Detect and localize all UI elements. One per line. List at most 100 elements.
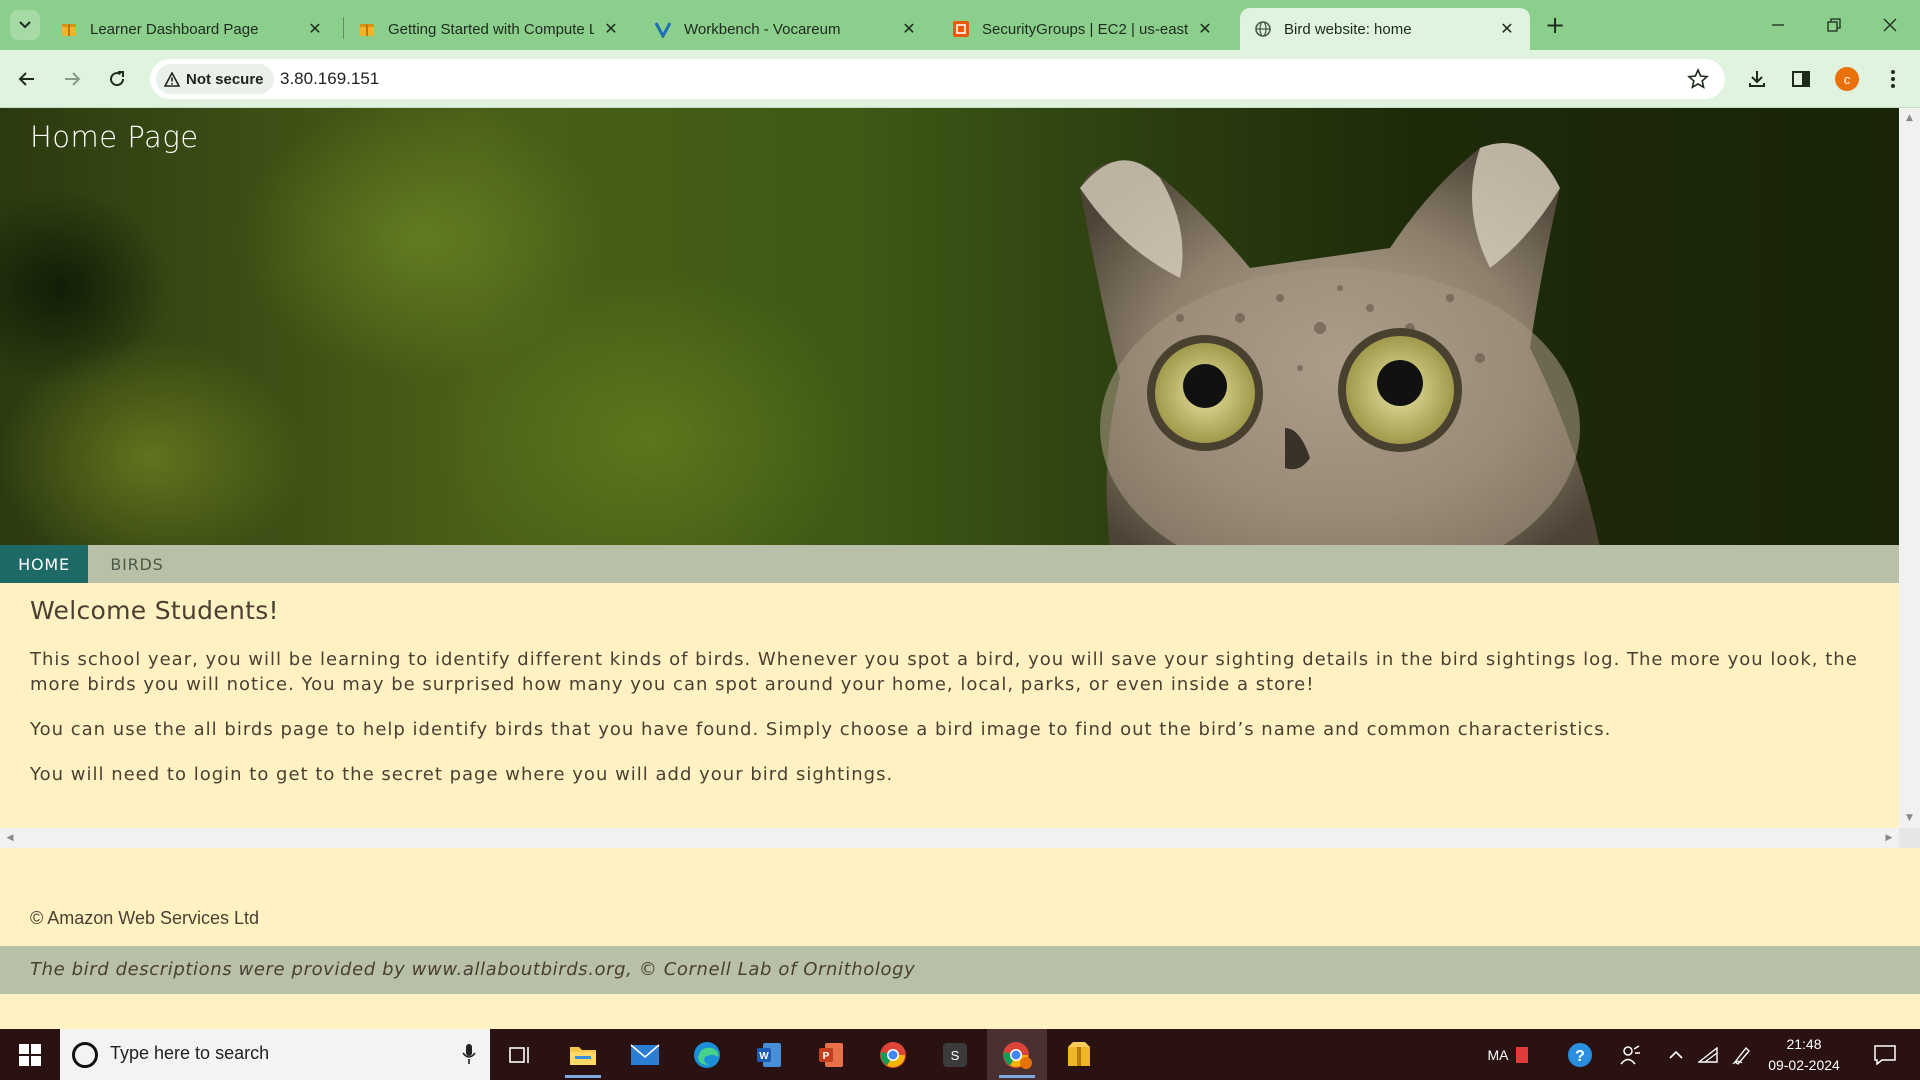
people-icon — [1620, 1044, 1640, 1064]
hero-banner: Home Page — [0, 108, 1899, 545]
horizontal-scrollbar[interactable]: ◀ ▶ — [0, 828, 1899, 848]
task-view-button[interactable] — [490, 1029, 550, 1080]
close-icon[interactable]: ✕ — [304, 18, 326, 40]
bookmark-star-icon[interactable] — [1687, 68, 1709, 90]
back-button[interactable] — [11, 63, 43, 95]
taskbar-chrome-profile[interactable] — [987, 1029, 1047, 1080]
clock-date: 09-02-2024 — [1768, 1057, 1840, 1073]
edge-icon — [694, 1041, 720, 1068]
windows-logo-icon — [19, 1043, 41, 1066]
url-text[interactable]: 3.80.169.151 — [280, 69, 379, 89]
svg-text:S: S — [951, 1048, 960, 1063]
owl-image — [1080, 143, 1600, 545]
browser-toolbar: Not secure 3.80.169.151 c — [0, 50, 1920, 108]
avatar: c — [1835, 67, 1859, 91]
chevron-up-icon — [1669, 1050, 1683, 1059]
taskbar-search[interactable]: Type here to search — [60, 1029, 490, 1080]
chevron-down-icon — [19, 21, 31, 29]
tab-search-button[interactable] — [10, 10, 40, 40]
package-icon — [358, 20, 376, 38]
reload-button[interactable] — [101, 63, 133, 95]
taskbar-chrome[interactable] — [863, 1029, 923, 1080]
reload-icon — [110, 71, 125, 87]
site-nav: HOME BIRDS — [0, 545, 1899, 583]
globe-icon — [1254, 20, 1272, 38]
side-panel-icon — [1792, 71, 1810, 87]
forward-button[interactable] — [56, 63, 88, 95]
intro-paragraph: This school year, you will be learning t… — [30, 649, 1858, 695]
scroll-up-arrow-icon[interactable]: ▲ — [1899, 108, 1920, 128]
tab-strip: Learner Dashboard Page ✕ Getting Started… — [0, 0, 1920, 50]
close-icon[interactable]: ✕ — [1496, 18, 1518, 40]
address-bar[interactable]: Not secure 3.80.169.151 — [150, 59, 1725, 99]
vocareum-icon — [654, 20, 672, 38]
restore-icon — [1827, 18, 1841, 32]
birds-page-paragraph: You can use the all birds page to help i… — [30, 719, 1612, 740]
ec2-icon — [952, 20, 970, 38]
attribution-bar: The bird descriptions were provided by w… — [0, 946, 1920, 994]
site-security-chip[interactable]: Not secure — [156, 64, 274, 94]
s-app-icon: S — [943, 1042, 967, 1067]
help-icon: ? — [1568, 1042, 1592, 1067]
mail-icon — [630, 1043, 660, 1065]
restore-button[interactable] — [1806, 0, 1862, 50]
downloads-button[interactable] — [1742, 64, 1772, 94]
taskbar-mail[interactable] — [615, 1029, 675, 1080]
tab-title: SecurityGroups | EC2 | us-east-1 — [982, 20, 1188, 38]
windows-taskbar: Type here to search W P S MA ? 21:48 09-… — [0, 1029, 1920, 1080]
taskbar-package-app[interactable] — [1049, 1029, 1109, 1080]
scrollbar-corner — [1899, 828, 1920, 848]
tab-security-groups[interactable]: SecurityGroups | EC2 | us-east-1 ✕ — [938, 8, 1228, 50]
more-vertical-icon — [1891, 70, 1895, 88]
taskbar-clock[interactable]: 21:48 09-02-2024 — [1754, 1034, 1854, 1076]
vertical-scrollbar[interactable]: ▲ ▼ — [1899, 108, 1920, 828]
nav-birds-link[interactable]: BIRDS — [88, 545, 186, 583]
taskbar-edge[interactable] — [677, 1029, 737, 1080]
tab-bird-website[interactable]: Bird website: home ✕ — [1240, 8, 1530, 50]
taskbar-word[interactable]: W — [739, 1029, 799, 1080]
pdf-tray-icon[interactable] — [1514, 1029, 1530, 1080]
chrome-menu-button[interactable] — [1878, 64, 1908, 94]
login-paragraph: You will need to login to get to the sec… — [30, 764, 894, 785]
chrome-profile-icon — [1003, 1041, 1032, 1069]
taskbar-s-app[interactable]: S — [925, 1029, 985, 1080]
minimize-icon — [1772, 24, 1784, 26]
svg-text:W: W — [759, 1051, 769, 1062]
download-icon — [1749, 71, 1765, 87]
tab-learner-dashboard[interactable]: Learner Dashboard Page ✕ — [46, 8, 338, 50]
tab-workbench-vocareum[interactable]: Workbench - Vocareum ✕ — [640, 8, 932, 50]
language-label: MA — [1487, 1046, 1509, 1063]
tab-title: Workbench - Vocareum — [684, 20, 841, 38]
side-panel-button[interactable] — [1786, 64, 1816, 94]
close-icon[interactable]: ✕ — [1194, 18, 1216, 40]
taskbar-file-explorer[interactable] — [553, 1029, 613, 1080]
language-indicator[interactable]: MA — [1478, 1029, 1518, 1080]
page-title: Home Page — [30, 120, 199, 154]
tab-getting-started[interactable]: Getting Started with Compute L ✕ — [344, 8, 634, 50]
notification-icon — [1874, 1044, 1896, 1065]
microphone-icon[interactable] — [462, 1043, 476, 1065]
new-tab-button[interactable]: + — [1541, 11, 1569, 39]
nav-home-link[interactable]: HOME — [0, 545, 88, 583]
close-window-button[interactable] — [1862, 0, 1918, 50]
taskbar-powerpoint[interactable]: P — [801, 1029, 861, 1080]
close-icon[interactable]: ✕ — [898, 18, 920, 40]
task-view-icon — [509, 1046, 529, 1063]
help-tray-button[interactable]: ? — [1560, 1029, 1600, 1080]
minimize-button[interactable] — [1750, 0, 1806, 50]
start-button[interactable] — [0, 1029, 60, 1080]
profile-button[interactable]: c — [1832, 64, 1862, 94]
scroll-down-arrow-icon[interactable]: ▼ — [1899, 808, 1920, 828]
file-explorer-icon — [570, 1046, 596, 1065]
people-tray-button[interactable] — [1610, 1029, 1650, 1080]
chrome-icon — [880, 1041, 906, 1068]
show-hidden-icons-button[interactable] — [1658, 1029, 1694, 1080]
security-label: Not secure — [186, 70, 264, 88]
close-icon[interactable]: ✕ — [600, 18, 622, 40]
network-tray-button[interactable] — [1692, 1029, 1724, 1080]
notifications-button[interactable] — [1860, 1029, 1910, 1080]
scroll-left-arrow-icon[interactable]: ◀ — [0, 828, 20, 848]
svg-text:?: ? — [1575, 1048, 1585, 1065]
scroll-right-arrow-icon[interactable]: ▶ — [1879, 828, 1899, 848]
attribution-text: The bird descriptions were provided by w… — [30, 959, 916, 980]
